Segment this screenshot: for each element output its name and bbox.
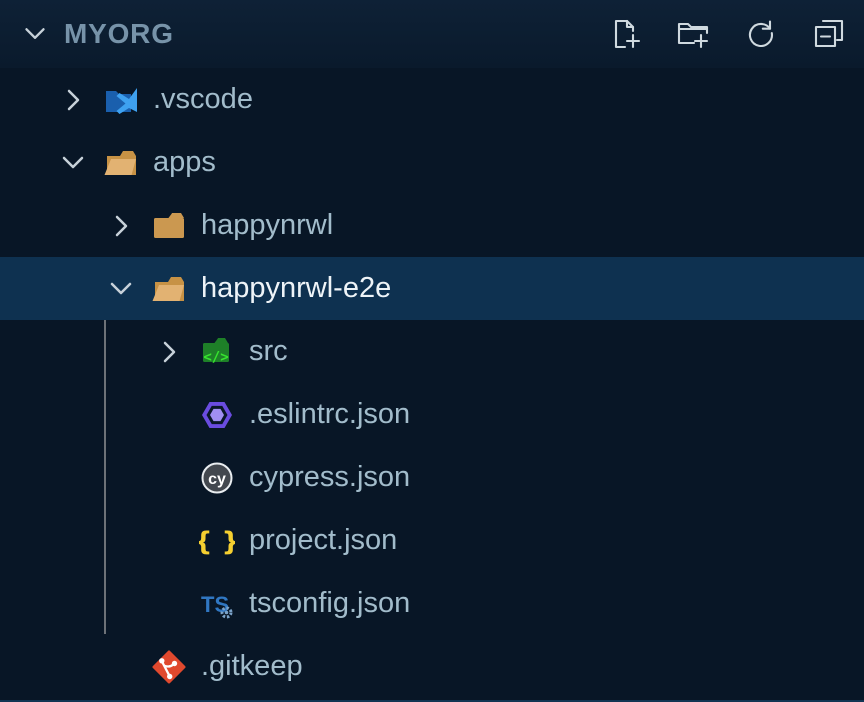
new-file-button[interactable]: [604, 13, 646, 55]
chevron-down-icon[interactable]: [50, 140, 96, 186]
chevron-down-icon[interactable]: [98, 266, 144, 312]
tree-item-tsconfig-json[interactable]: TS tsconfig.json: [0, 572, 864, 635]
tree-item-label: happynrwl-e2e: [201, 272, 391, 305]
folder-open-icon: [96, 140, 146, 186]
json-braces-glyph: { }: [199, 527, 235, 557]
twisty-spacer: [146, 518, 192, 564]
tree-item-project-json[interactable]: { } project.json: [0, 509, 864, 572]
new-file-icon: [607, 16, 643, 52]
src-code-glyph: </>: [203, 349, 228, 365]
tree-item-label: src: [249, 335, 288, 368]
tree-item-label: .eslintrc.json: [249, 398, 410, 431]
tree-item-src[interactable]: </> src: [0, 320, 864, 383]
tsconfig-icon: TS: [192, 581, 242, 627]
tree-item-label: happynrwl: [201, 209, 333, 242]
file-tree: .vscode apps: [0, 68, 864, 698]
tree-item-label: apps: [153, 146, 216, 179]
twisty-spacer: [146, 581, 192, 627]
twisty-spacer: [146, 455, 192, 501]
tree-item-gitkeep[interactable]: .gitkeep: [0, 635, 864, 698]
new-folder-icon: [675, 16, 711, 52]
collapse-all-icon: [811, 16, 847, 52]
chevron-right-icon[interactable]: [146, 329, 192, 375]
git-icon: [144, 644, 194, 690]
tree-item-label: cypress.json: [249, 461, 410, 494]
tree-item-eslintrc-json[interactable]: .eslintrc.json: [0, 383, 864, 446]
refresh-button[interactable]: [740, 13, 782, 55]
tree-item-cypress-json[interactable]: cy cypress.json: [0, 446, 864, 509]
json-braces-icon: { }: [192, 518, 242, 564]
eslint-icon: [192, 392, 242, 438]
vscode-folder-icon: [96, 77, 146, 123]
tree-item-label: tsconfig.json: [249, 587, 410, 620]
new-folder-button[interactable]: [672, 13, 714, 55]
header-actions: [604, 13, 850, 55]
tree-item-label: .vscode: [153, 83, 253, 116]
folder-open-icon: [144, 266, 194, 312]
tree-item-label: project.json: [249, 524, 397, 557]
cypress-glyph: cy: [208, 471, 226, 488]
twisty-spacer: [146, 392, 192, 438]
tree-item-label: .gitkeep: [201, 650, 303, 683]
folder-closed-icon: [144, 203, 194, 249]
cypress-icon: cy: [192, 455, 242, 501]
src-folder-icon: </>: [192, 329, 242, 375]
tree-item-happynrwl[interactable]: happynrwl: [0, 194, 864, 257]
tree-item-apps[interactable]: apps: [0, 131, 864, 194]
tree-item-vscode[interactable]: .vscode: [0, 68, 864, 131]
tree-item-happynrwl-e2e[interactable]: happynrwl-e2e: [0, 257, 864, 320]
chevron-right-icon[interactable]: [98, 203, 144, 249]
section-title: MYORG: [64, 18, 174, 50]
file-explorer-panel: MYORG: [0, 0, 864, 702]
explorer-section-header[interactable]: MYORG: [0, 0, 864, 68]
twisty-spacer: [98, 644, 144, 690]
chevron-down-icon: [12, 12, 58, 56]
refresh-icon: [743, 16, 779, 52]
chevron-right-icon[interactable]: [50, 77, 96, 123]
collapse-all-button[interactable]: [808, 13, 850, 55]
